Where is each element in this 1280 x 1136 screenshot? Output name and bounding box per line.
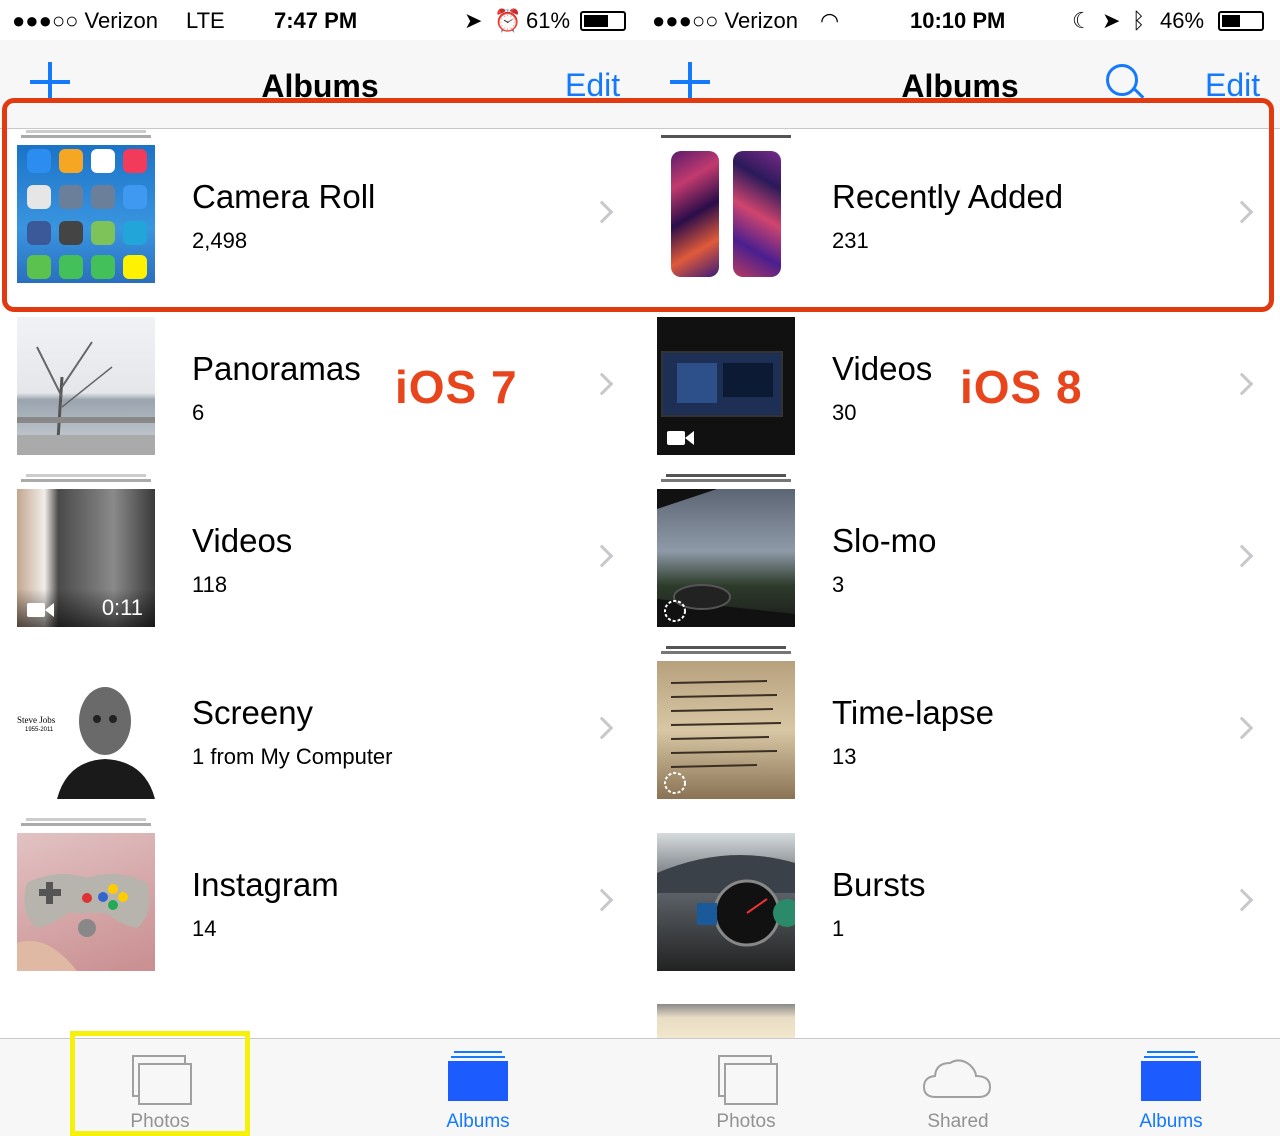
controller-image xyxy=(17,874,150,971)
battery-percent: 61% xyxy=(526,8,571,33)
album-name: Instagram xyxy=(192,866,339,903)
stack-edge xyxy=(26,818,146,821)
stack-edge xyxy=(666,646,786,649)
chevron-right-icon xyxy=(1230,372,1254,396)
stack-edge xyxy=(26,474,146,477)
album-count: 14 xyxy=(192,916,217,941)
tab-label: Photos xyxy=(716,1111,776,1132)
album-thumbnail-partial xyxy=(657,1004,795,1038)
stack-edge xyxy=(661,651,791,654)
albums-icon xyxy=(1141,1051,1201,1101)
album-name: Screeny xyxy=(192,694,314,731)
album-name: Slo-mo xyxy=(832,522,937,559)
tab-label: Albums xyxy=(1139,1111,1203,1132)
ios-version-label: iOS 8 xyxy=(960,361,1083,413)
album-thumbnail xyxy=(17,833,155,971)
video-camera-icon xyxy=(667,431,685,445)
album-thumbnail xyxy=(657,489,795,627)
wifi-icon: ◠ xyxy=(820,8,840,33)
status-bar: ●●●○○ Verizon LTE 7:47 PM ➤ ⏰ 61% xyxy=(0,0,640,40)
annotation-highlight-photos-tab xyxy=(70,1031,250,1136)
portrait-years: 1955-2011 xyxy=(25,727,54,733)
tree-image xyxy=(17,341,155,455)
photos-icon xyxy=(718,1055,778,1105)
album-thumbnail: Steve Jobs 1955-2011 xyxy=(17,661,155,799)
moon-icon: ☾ xyxy=(1072,8,1092,33)
tab-bar: Photos Shared Albums xyxy=(640,1038,1280,1136)
tab-label: Shared xyxy=(927,1111,989,1132)
status-bar: ●●●○○ Verizon ◠ 10:10 PM ☾ ➤ ᛒ 46% xyxy=(640,0,1280,40)
stack-edge xyxy=(666,474,786,477)
chevron-right-icon xyxy=(1230,888,1254,912)
cloud-icon xyxy=(922,1059,992,1098)
dashboard-image xyxy=(657,855,795,947)
battery-icon xyxy=(580,11,626,31)
tab-label: Albums xyxy=(446,1111,510,1132)
carrier-label: ●●●○○ Verizon xyxy=(12,8,158,33)
clock: 7:47 PM xyxy=(274,8,358,33)
album-count: 1 from My Computer xyxy=(192,744,393,769)
alarm-icon: ⏰ xyxy=(494,8,522,33)
tab-shared[interactable]: Shared xyxy=(908,1039,1008,1136)
battery-icon xyxy=(1218,11,1264,31)
car-window-image xyxy=(657,489,795,627)
annotation-highlight-top-albums xyxy=(2,98,1274,312)
album-count: 30 xyxy=(832,400,857,425)
location-icon: ➤ xyxy=(464,8,483,33)
album-row-screeny[interactable]: Steve Jobs 1955-2011 Screeny 1 from My C… xyxy=(0,644,640,816)
chevron-right-icon xyxy=(590,544,614,568)
album-count: 13 xyxy=(832,744,857,769)
album-count: 3 xyxy=(832,572,845,597)
chevron-right-icon xyxy=(590,372,614,396)
battery-percent: 46% xyxy=(1160,8,1205,33)
album-count: 6 xyxy=(192,400,205,425)
clock: 10:10 PM xyxy=(910,8,1006,33)
album-thumbnail xyxy=(17,317,155,455)
portrait-caption: Steve Jobs xyxy=(17,715,56,725)
albums-icon xyxy=(448,1051,508,1101)
stack-edge xyxy=(21,479,151,482)
ios-version-label: iOS 7 xyxy=(395,361,518,413)
album-thumbnail xyxy=(657,661,795,799)
carrier-label: ●●●○○ Verizon xyxy=(652,8,798,33)
album-name: Bursts xyxy=(832,866,926,903)
album-name: Panoramas xyxy=(192,350,361,387)
album-thumbnail: 0:11 xyxy=(17,489,155,627)
network-label: LTE xyxy=(186,8,225,33)
video-camera-icon xyxy=(27,603,45,617)
chevron-right-icon xyxy=(590,888,614,912)
album-row-slo-mo[interactable]: Slo-mo 3 xyxy=(640,472,1280,644)
album-thumbnail xyxy=(657,317,795,455)
chevron-right-icon xyxy=(1230,544,1254,568)
album-row-videos[interactable]: 0:11 Videos 118 xyxy=(0,472,640,644)
tab-albums[interactable]: Albums xyxy=(428,1039,528,1136)
album-name: Time-lapse xyxy=(832,694,994,731)
album-count: 1 xyxy=(832,916,845,941)
album-row-panoramas[interactable]: Panoramas 6 xyxy=(0,300,640,472)
chevron-right-icon xyxy=(590,716,614,740)
search-icon[interactable] xyxy=(1106,64,1145,99)
album-name: Videos xyxy=(192,522,293,559)
tab-albums[interactable]: Albums xyxy=(1121,1039,1221,1136)
stack-edge xyxy=(21,823,151,826)
stack-edge xyxy=(661,479,791,482)
chevron-right-icon xyxy=(1230,716,1254,740)
tab-photos[interactable]: Photos xyxy=(696,1039,796,1136)
video-duration: 0:11 xyxy=(101,595,143,620)
album-row-instagram[interactable]: Instagram 14 xyxy=(0,816,640,988)
album-count: 118 xyxy=(192,572,228,597)
album-row-time-lapse[interactable]: Time-lapse 13 xyxy=(640,644,1280,816)
document-image xyxy=(664,680,782,794)
bluetooth-icon: ᛒ xyxy=(1132,8,1146,33)
location-icon: ➤ xyxy=(1102,8,1121,33)
album-thumbnail xyxy=(657,833,795,971)
album-name: Videos xyxy=(832,350,933,387)
album-row-bursts[interactable]: Bursts 1 xyxy=(640,816,1280,988)
